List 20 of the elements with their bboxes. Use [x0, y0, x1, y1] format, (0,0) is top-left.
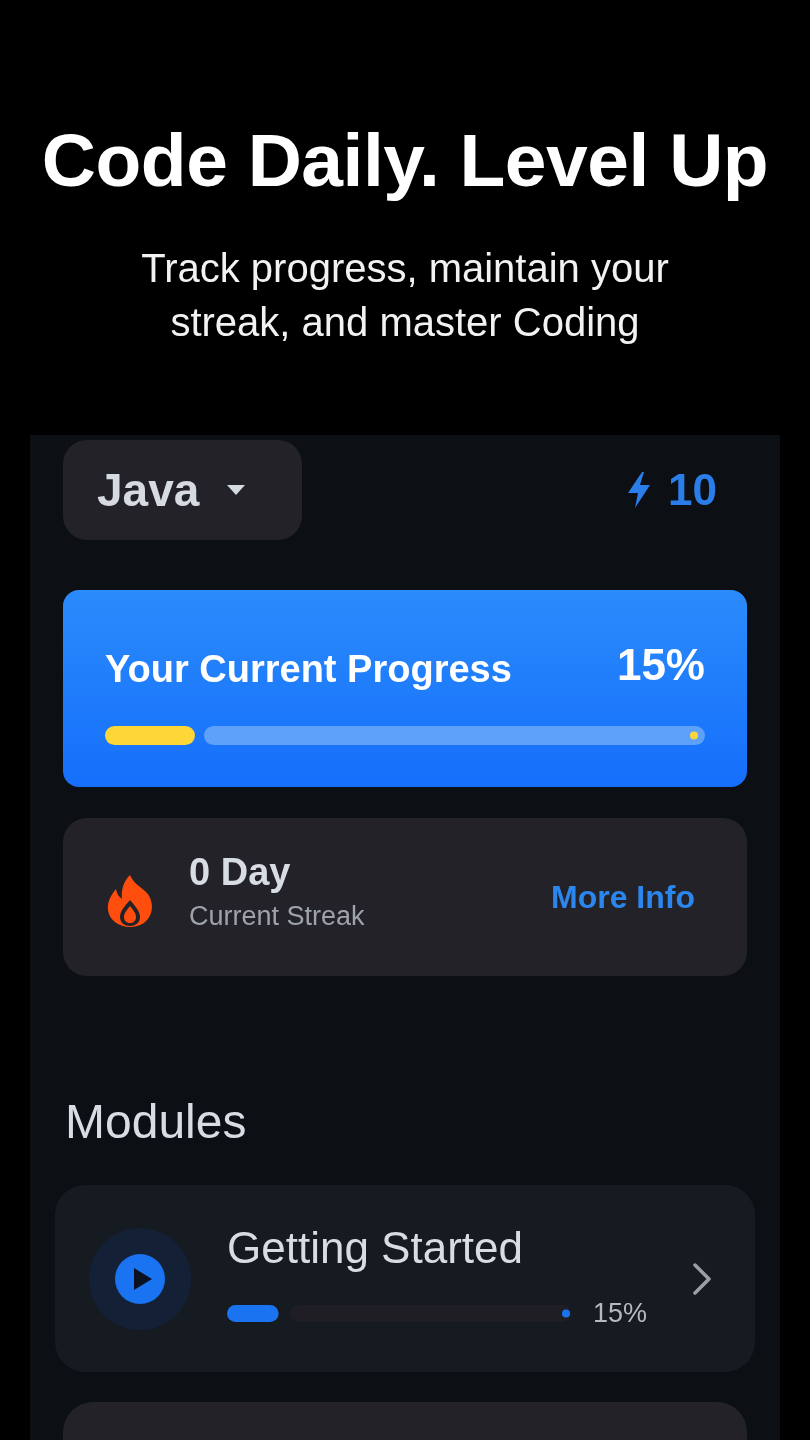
module-title: Getting Started	[227, 1222, 523, 1274]
points-count: 10	[668, 468, 717, 512]
lightning-icon	[628, 472, 651, 508]
play-icon	[89, 1227, 191, 1330]
module-card[interactable]: Getting Started 15%	[55, 1185, 755, 1372]
streak-days: 0 Day	[189, 849, 291, 895]
track-end-dot-icon	[562, 1309, 570, 1317]
module-percent: 15%	[593, 1297, 648, 1329]
caret-icon	[227, 485, 246, 495]
section-heading: Modules	[65, 1094, 247, 1150]
flame-icon	[107, 875, 153, 927]
chevron-right-icon	[692, 1261, 712, 1296]
streak-label: Current Streak	[189, 900, 365, 933]
headline: Code Daily. Level Up	[41, 118, 769, 203]
progress-title: Your Current Progress	[105, 648, 512, 691]
progress-percent: 15%	[616, 639, 705, 690]
track-end-dot-icon	[690, 731, 698, 740]
language-dropdown[interactable]: Java	[63, 440, 302, 540]
more-info-link[interactable]: More Info	[551, 878, 695, 916]
subtitle: Track progress, maintain your streak, and master Coding	[140, 245, 670, 346]
